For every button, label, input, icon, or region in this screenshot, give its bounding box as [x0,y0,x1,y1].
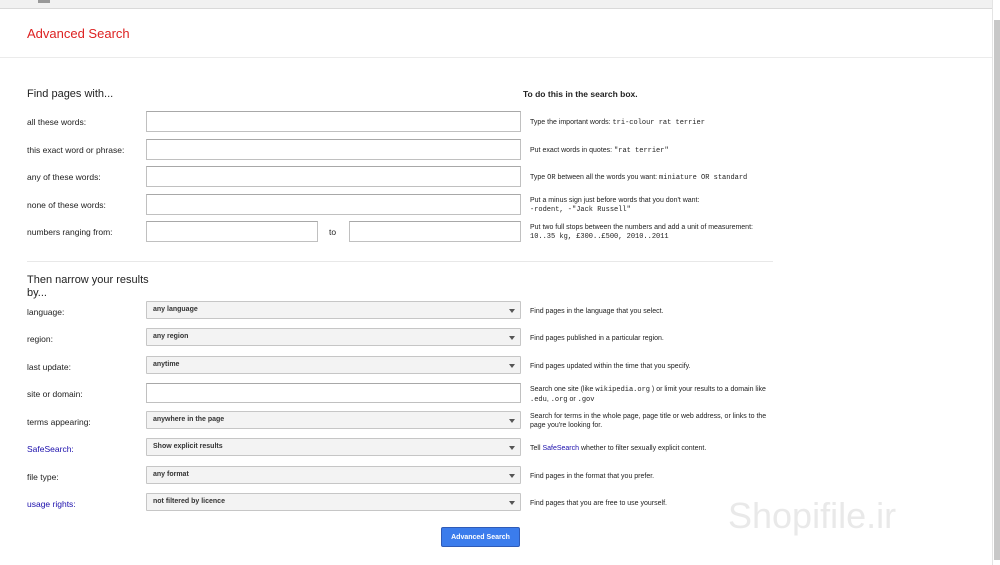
none-words-input[interactable] [146,194,521,215]
all-words-input[interactable] [146,111,521,132]
safesearch-label-link[interactable]: SafeSearch: [27,444,74,454]
region-select[interactable]: any region [146,328,521,346]
safesearch-select[interactable]: Show explicit results [146,438,521,456]
safesearch-value: Show explicit results [153,443,223,450]
terms-appearing-hint: Search for terms in the whole page, page… [530,413,767,429]
language-hint: Find pages in the language that you sele… [530,308,664,315]
numbers-to-label: to [329,227,337,237]
page-header: Advanced Search [0,10,992,58]
chevron-down-icon [509,309,515,313]
last-update-select[interactable]: anytime [146,356,521,374]
chevron-down-icon [509,364,515,368]
terms-appearing-select[interactable]: anywhere in the page [146,411,521,429]
page-title: Advanced Search [27,26,130,41]
terms-appearing-value: anywhere in the page [153,416,225,423]
language-label: language: [27,307,65,317]
numbers-label: numbers ranging from: [27,227,113,237]
scrollbar[interactable] [992,0,1000,565]
numbers-from-input[interactable] [146,221,318,242]
usage-rights-label-link[interactable]: usage rights: [27,499,76,509]
numbers-to-input[interactable] [349,221,521,242]
file-type-select[interactable]: any format [146,466,521,484]
any-words-input[interactable] [146,166,521,187]
last-update-hint: Find pages updated within the time that … [530,363,691,370]
usage-rights-select[interactable]: not filtered by licence [146,493,521,511]
language-value: any language [153,306,198,313]
any-words-label: any of these words: [27,172,101,182]
exact-phrase-input[interactable] [146,139,521,160]
section-divider [27,261,773,262]
site-domain-hint: Search one site (like wikipedia.org ) or… [530,386,766,404]
file-type-label: file type: [27,472,59,482]
all-words-hint: Type the important words: tri-colour rat… [530,119,705,127]
exact-phrase-hint: Put exact words in quotes: "rat terrier" [530,147,669,155]
file-type-value: any format [153,471,189,478]
none-words-hint: Put a minus sign just before words that … [530,197,700,214]
site-domain-label: site or domain: [27,389,83,399]
usage-rights-value: not filtered by licence [153,498,225,505]
find-section-heading: Find pages with... [27,88,114,100]
chevron-down-icon [509,419,515,423]
watermark: Shopifile.ir [728,495,897,536]
chevron-down-icon [509,446,515,450]
advanced-search-button[interactable]: Advanced Search [441,527,520,547]
browser-top-strip [0,0,1000,9]
last-update-value: anytime [153,361,180,368]
language-select[interactable]: any language [146,301,521,319]
safesearch-hint: Tell SafeSearch whether to filter sexual… [530,445,707,452]
all-words-label: all these words: [27,117,87,127]
last-update-label: last update: [27,362,71,372]
chevron-down-icon [509,501,515,505]
file-type-hint: Find pages in the format that you prefer… [530,473,655,480]
scrollbar-thumb[interactable] [994,20,1000,560]
column-heading: To do this in the search box. [523,89,638,99]
any-words-hint: Type OR between all the words you want: … [530,174,748,182]
exact-phrase-label: this exact word or phrase: [27,145,125,155]
region-label: region: [27,334,53,344]
site-domain-input[interactable] [146,383,521,403]
none-words-label: none of these words: [27,200,106,210]
narrow-section-heading: Then narrow your results by... [27,274,149,299]
top-strip-mark [38,0,50,3]
safesearch-hint-link[interactable]: SafeSearch [542,445,579,452]
region-value: any region [153,333,189,340]
terms-appearing-label: terms appearing: [27,417,91,427]
numbers-hint: Put two full stops between the numbers a… [530,224,753,241]
chevron-down-icon [509,474,515,478]
chevron-down-icon [509,336,515,340]
region-hint: Find pages published in a particular reg… [530,335,664,342]
